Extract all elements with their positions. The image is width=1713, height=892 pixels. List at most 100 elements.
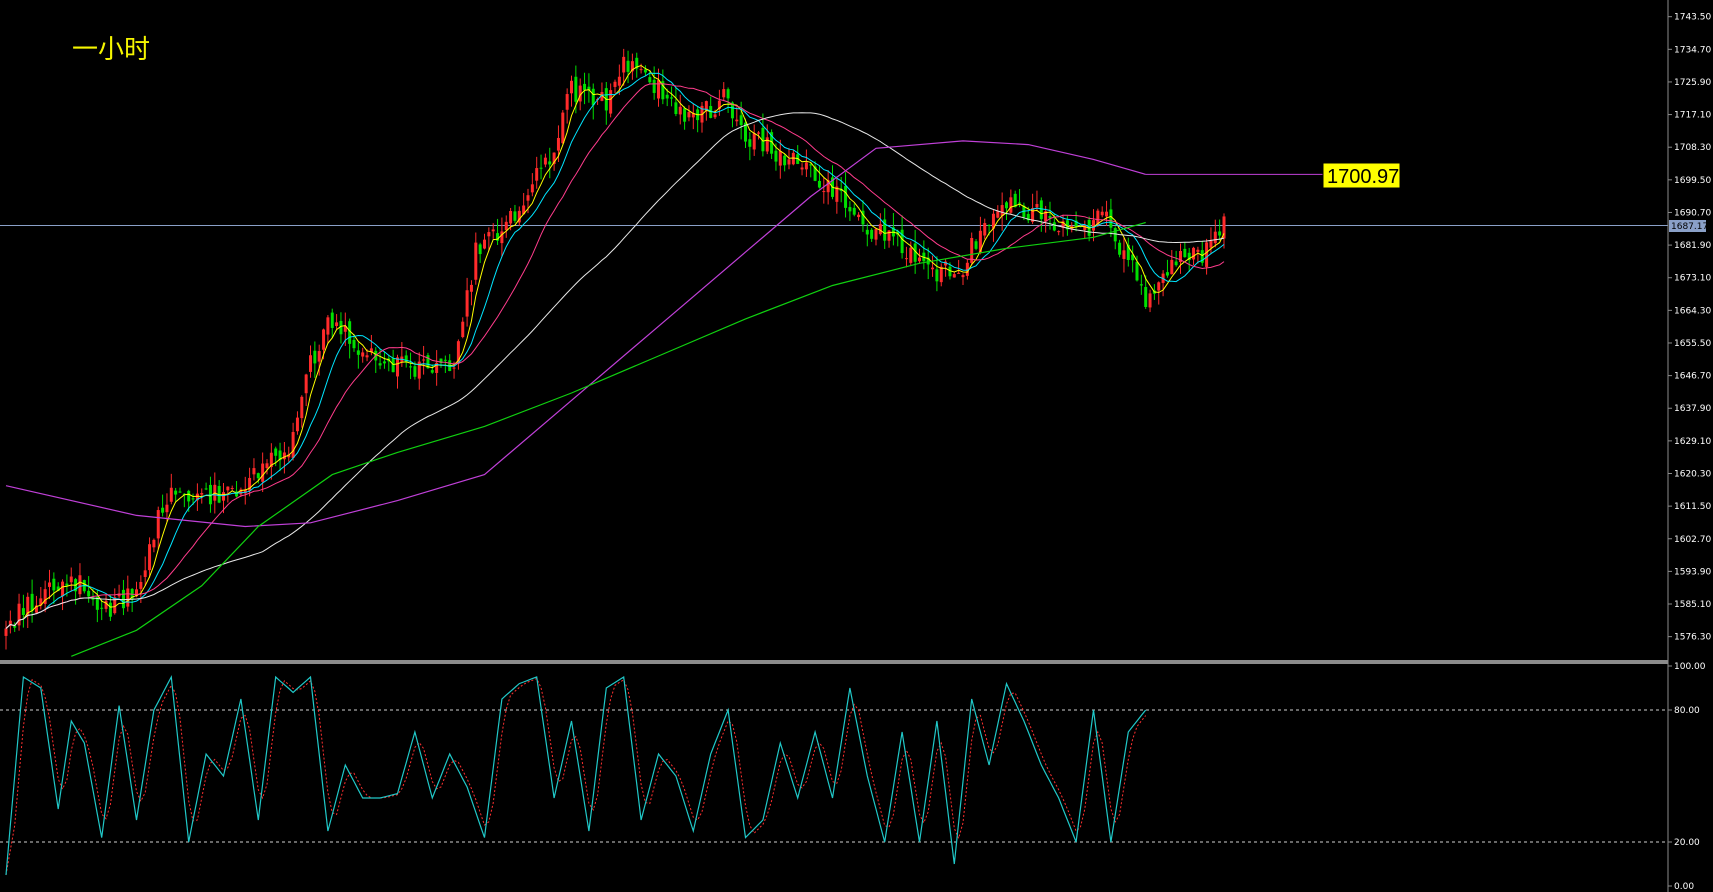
candle-body [918,257,921,262]
price-tick-label: 1681.90 [1674,241,1711,251]
candle-body [356,350,360,355]
candle-body [1144,286,1148,307]
price-tick-label: 1734.70 [1674,45,1711,55]
candle-body [413,366,417,377]
candle-body [52,578,56,591]
candle-body [874,228,878,240]
candle-body [574,76,578,102]
candle-body [326,317,330,335]
candle-body [765,137,769,152]
candle-body [304,374,308,394]
candle-body [857,214,861,218]
candle-body [613,81,617,87]
price-tick-label: 1637.90 [1674,404,1711,414]
candle-body [722,89,726,98]
candle-body [1183,248,1187,258]
candle-body [870,229,874,239]
candle-body [230,487,234,489]
price-callout-label: 1700.97 [1327,166,1399,188]
price-tick-label: 1629.10 [1674,437,1711,447]
price-tick-label: 1690.70 [1674,208,1711,218]
candle-body [361,352,365,357]
candle-body [1165,272,1169,276]
candle-body [626,60,630,72]
candle-body [452,367,456,369]
candle-body [987,224,991,226]
candle-body [687,112,691,118]
candle-body [752,133,756,150]
candle-body [139,581,143,589]
candle-body [226,486,230,491]
candle-body [430,370,434,373]
candle-body [935,269,939,282]
candle-body [121,589,125,609]
candle-body [1209,240,1213,248]
candle-body [591,88,595,106]
candle-body [817,180,821,188]
candle-body [952,274,956,278]
candle-body [422,359,426,361]
price-tick-label: 1602.70 [1674,535,1711,545]
candle-body [409,366,413,368]
candle-body [931,267,935,270]
candle-body [1052,222,1056,231]
candle-body [200,493,204,495]
price-tick-label: 1620.30 [1674,469,1711,479]
candle-body [548,161,552,165]
candle-body [204,488,208,490]
candle-body [335,322,339,327]
candle-body [961,275,965,278]
price-tick-label: 1725.90 [1674,78,1711,88]
candle-body [583,83,587,90]
candle-body [652,79,656,93]
candle-body [274,448,278,456]
candle-body [483,239,486,249]
candle-body [21,608,25,615]
candle-body [291,432,295,458]
oscillator-tick-label: 80.00 [1674,706,1700,716]
candle-body [1009,197,1013,213]
candle-body [757,132,761,134]
candle-body [148,544,152,571]
candle-body [852,207,856,215]
candle-body [739,115,743,125]
candle-body [1196,249,1200,252]
candle-body [61,581,65,597]
candle-body [174,490,178,495]
candle-body [1018,202,1022,204]
price-tick-label: 1576.30 [1674,633,1711,643]
candle-body [565,94,569,110]
candle-body [844,185,848,208]
candle-body [983,223,987,236]
price-tick-label: 1743.50 [1674,13,1711,23]
candle-body [30,593,34,611]
candle-body [282,452,286,460]
candle-body [1213,231,1217,244]
candle-body [1118,242,1122,255]
candle-body [330,312,334,328]
candle-body [957,272,961,274]
candle-body [617,76,621,86]
candle-body [1135,261,1139,281]
candle-body [865,229,869,235]
candle-body [1113,228,1117,242]
candle-body [1100,211,1104,216]
candle-body [382,361,386,364]
candle-body [561,112,565,144]
candle-body [165,504,169,513]
candle-body [1005,202,1008,209]
candle-body [222,492,225,501]
candle-body [683,108,687,122]
candle-body [352,339,356,349]
candle-body [822,191,826,193]
candle-body [478,244,482,255]
candle-body [1148,293,1152,308]
candle-body [313,350,317,364]
candle-body [252,468,256,475]
price-tick-label: 1611.50 [1674,502,1711,512]
candle-body [535,168,539,181]
candle-body [1192,247,1196,260]
candle-body [474,242,478,280]
candle-body [256,473,260,479]
candle-body [295,417,299,432]
